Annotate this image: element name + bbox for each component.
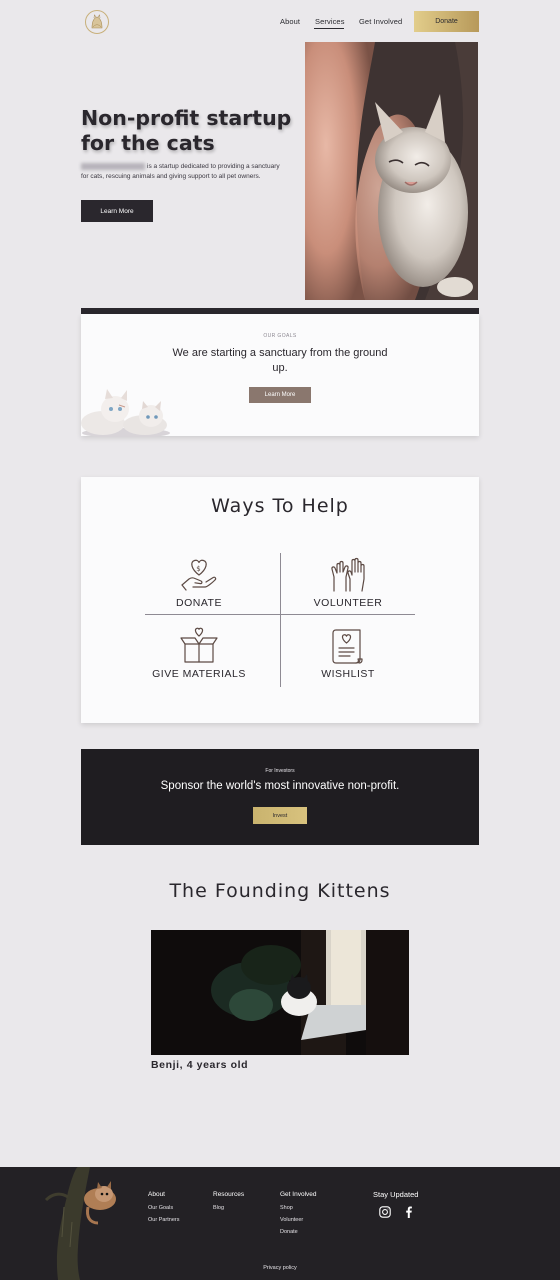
goals-eyebrow: OUR GOALS <box>263 333 297 339</box>
help-give-materials[interactable]: GIVE MATERIALS <box>134 626 264 680</box>
benji-photo <box>151 930 409 1055</box>
footer-stay-updated-heading: Stay Updated <box>373 1190 419 1199</box>
nav-about[interactable]: About <box>280 17 300 26</box>
privacy-policy-link[interactable]: Privacy policy <box>0 1265 560 1271</box>
investors-text: Sponsor the world's most innovative non-… <box>160 780 400 792</box>
help-donate[interactable]: $ DONATE <box>134 555 264 609</box>
nav-active-underline <box>314 28 344 29</box>
hero-learn-more-button[interactable]: Learn More <box>81 200 153 222</box>
header-donate-button[interactable]: Donate <box>414 11 479 32</box>
footer-about-heading[interactable]: About <box>148 1191 165 1198</box>
grid-divider-vertical <box>280 553 281 687</box>
footer-link-volunteer[interactable]: Volunteer <box>280 1217 303 1223</box>
help-volunteer-label: VOLUNTEER <box>313 597 383 609</box>
investors-eyebrow: For Investors <box>265 768 295 774</box>
hero-cat-photo <box>305 42 478 300</box>
goals-learn-more-button[interactable]: Learn More <box>249 387 311 403</box>
footer-link-our-goals[interactable]: Our Goals <box>148 1205 173 1211</box>
nav-services[interactable]: Services <box>315 17 345 26</box>
help-give-materials-label: GIVE MATERIALS <box>152 668 246 680</box>
help-volunteer[interactable]: VOLUNTEER <box>283 555 413 609</box>
footer-link-blog[interactable]: Blog <box>213 1205 224 1211</box>
facebook-icon[interactable] <box>403 1205 415 1218</box>
footer-link-shop[interactable]: Shop <box>280 1205 293 1211</box>
ways-to-help-title: Ways To Help <box>211 495 349 517</box>
grid-divider-horizontal <box>145 614 415 615</box>
invest-button[interactable]: Invest <box>253 807 307 824</box>
help-wishlist-label: WISHLIST <box>321 668 375 680</box>
box-heart-icon <box>179 626 219 666</box>
svg-text:$: $ <box>196 565 200 573</box>
hero-description: is a startup dedicated to providing a sa… <box>81 162 280 180</box>
instagram-icon[interactable] <box>379 1205 391 1218</box>
tree-cat-image <box>40 1167 120 1280</box>
founding-kittens-title: The Founding Kittens <box>169 880 391 902</box>
hero-title: Non-profit startup for the cats <box>81 106 292 155</box>
benji-caption: Benji, 4 years old <box>151 1059 249 1071</box>
hand-heart-coin-icon: $ <box>179 555 219 595</box>
cat-logo-icon[interactable] <box>84 9 110 35</box>
footer-link-our-partners[interactable]: Our Partners <box>148 1217 179 1223</box>
nav-get-involved[interactable]: Get Involved <box>359 17 402 26</box>
footer-get-involved-heading[interactable]: Get Involved <box>280 1191 317 1198</box>
blurred-org-name <box>81 162 145 170</box>
scroll-heart-icon <box>328 626 368 666</box>
footer-resources-heading[interactable]: Resources <box>213 1191 244 1198</box>
footer-link-donate[interactable]: Donate <box>280 1229 298 1235</box>
goals-text: We are starting a sanctuary from the gro… <box>172 347 388 374</box>
help-donate-label: DONATE <box>176 597 222 609</box>
raised-hands-icon <box>328 555 368 595</box>
investors-banner <box>81 749 479 845</box>
help-wishlist[interactable]: WISHLIST <box>283 626 413 680</box>
kittens-image <box>81 385 171 438</box>
